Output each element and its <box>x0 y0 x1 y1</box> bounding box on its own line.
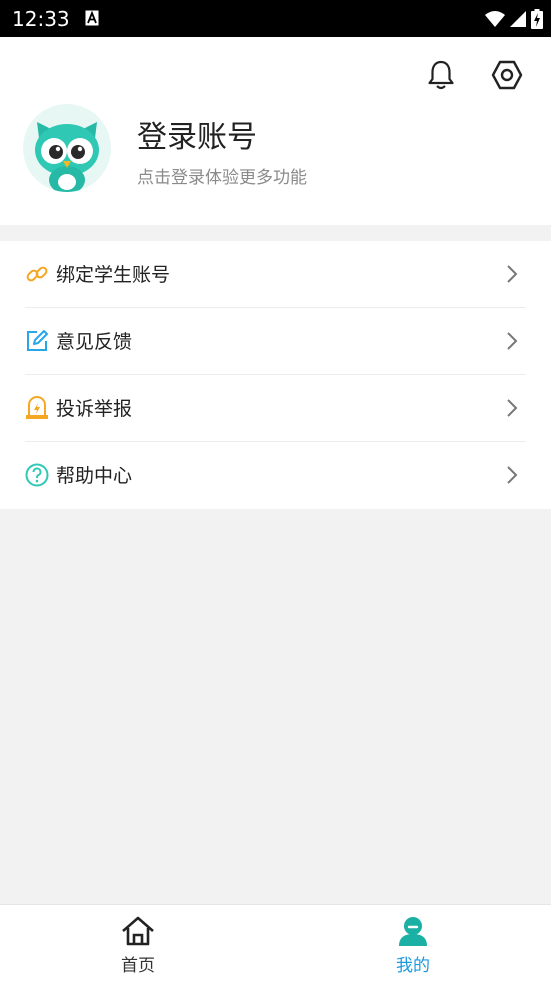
menu-item-label: 绑定学生账号 <box>56 264 171 286</box>
menu-item-report[interactable]: 投诉举报 <box>0 375 551 442</box>
tab-label: 首页 <box>121 956 155 976</box>
menu-list: 绑定学生账号 意见反馈 投诉举报 帮助中心 <box>0 241 551 509</box>
chevron-right-icon <box>506 465 518 489</box>
menu-item-label: 投诉举报 <box>56 398 133 420</box>
tab-label: 我的 <box>396 956 430 976</box>
notification-a-icon <box>85 10 99 30</box>
home-icon <box>121 915 155 951</box>
alert-lamp-icon <box>25 396 49 420</box>
battery-icon <box>531 9 543 33</box>
signal-icon <box>509 10 527 32</box>
avatar[interactable] <box>23 104 111 192</box>
profile-header: 登录账号 点击登录体验更多功能 <box>0 37 551 225</box>
help-icon <box>25 463 49 487</box>
status-time: 12:33 <box>12 7 70 31</box>
menu-item-feedback[interactable]: 意见反馈 <box>0 308 551 375</box>
chevron-right-icon <box>506 264 518 288</box>
login-subtitle[interactable]: 点击登录体验更多功能 <box>137 163 307 188</box>
link-icon <box>25 262 49 286</box>
menu-item-help[interactable]: 帮助中心 <box>0 442 551 509</box>
profile-icon <box>396 915 430 951</box>
wifi-icon <box>485 10 505 32</box>
edit-icon <box>25 329 49 353</box>
settings-icon[interactable] <box>491 59 523 95</box>
status-bar: 12:33 <box>0 0 551 37</box>
menu-item-label: 帮助中心 <box>56 465 133 487</box>
menu-item-label: 意见反馈 <box>56 331 133 353</box>
tab-mine[interactable]: 我的 <box>353 905 473 982</box>
owl-mascot-icon <box>35 122 99 192</box>
tab-home[interactable]: 首页 <box>78 905 198 982</box>
bell-icon[interactable] <box>426 59 456 95</box>
bottom-tab-bar: 首页 我的 <box>0 904 551 982</box>
login-title[interactable]: 登录账号 <box>137 112 257 156</box>
menu-item-bind-student[interactable]: 绑定学生账号 <box>0 241 551 308</box>
chevron-right-icon <box>506 398 518 422</box>
chevron-right-icon <box>506 331 518 355</box>
